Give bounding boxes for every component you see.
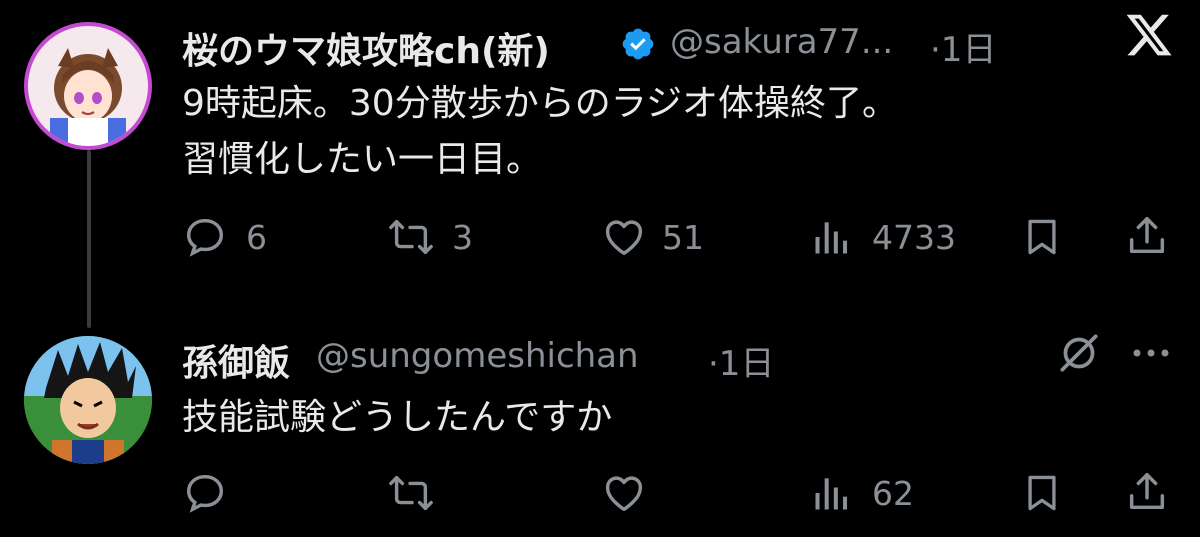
timestamp[interactable]: ·1日 xyxy=(708,336,774,385)
display-name[interactable]: 桜のウマ娘攻略ch(新) xyxy=(182,22,550,74)
handle[interactable]: @sakura77... xyxy=(670,22,893,62)
like-count: 51 xyxy=(662,218,704,257)
more-icon[interactable] xyxy=(1130,338,1172,368)
bookmark-icon[interactable] xyxy=(1020,214,1064,260)
retweet-icon[interactable] xyxy=(386,214,436,260)
share-icon[interactable] xyxy=(1124,212,1170,260)
reply-icon[interactable] xyxy=(182,214,228,260)
like-icon[interactable] xyxy=(600,470,648,516)
tweet-text-line2: 習慣化したい一日目。 xyxy=(182,139,543,180)
views-icon[interactable] xyxy=(810,214,854,260)
verified-badge-icon xyxy=(620,26,656,62)
view-count: 4733 xyxy=(872,218,956,257)
display-name[interactable]: 孫御飯 xyxy=(182,334,290,386)
share-icon[interactable] xyxy=(1124,468,1170,516)
tweet-text-line1: 9時起床。30分散歩からのラジオ体操終了。 xyxy=(182,83,898,124)
reply-count: 6 xyxy=(246,218,267,257)
view-count: 62 xyxy=(872,474,914,513)
bookmark-icon[interactable] xyxy=(1020,470,1064,516)
views-icon[interactable] xyxy=(810,470,854,516)
grok-icon[interactable] xyxy=(1054,328,1104,378)
timestamp[interactable]: ·1日 xyxy=(930,22,996,71)
handle[interactable]: @sungomeshichan xyxy=(316,336,639,376)
like-icon[interactable] xyxy=(600,214,648,260)
avatar-sakura[interactable] xyxy=(24,22,152,150)
reply-text: 技能試験どうしたんですか xyxy=(182,397,613,438)
x-logo-icon xyxy=(1124,10,1174,60)
avatar-sungomeshi[interactable] xyxy=(24,336,152,464)
reply-icon[interactable] xyxy=(182,470,228,516)
thread-line xyxy=(87,150,91,328)
retweet-count: 3 xyxy=(452,218,473,257)
retweet-icon[interactable] xyxy=(386,470,436,516)
